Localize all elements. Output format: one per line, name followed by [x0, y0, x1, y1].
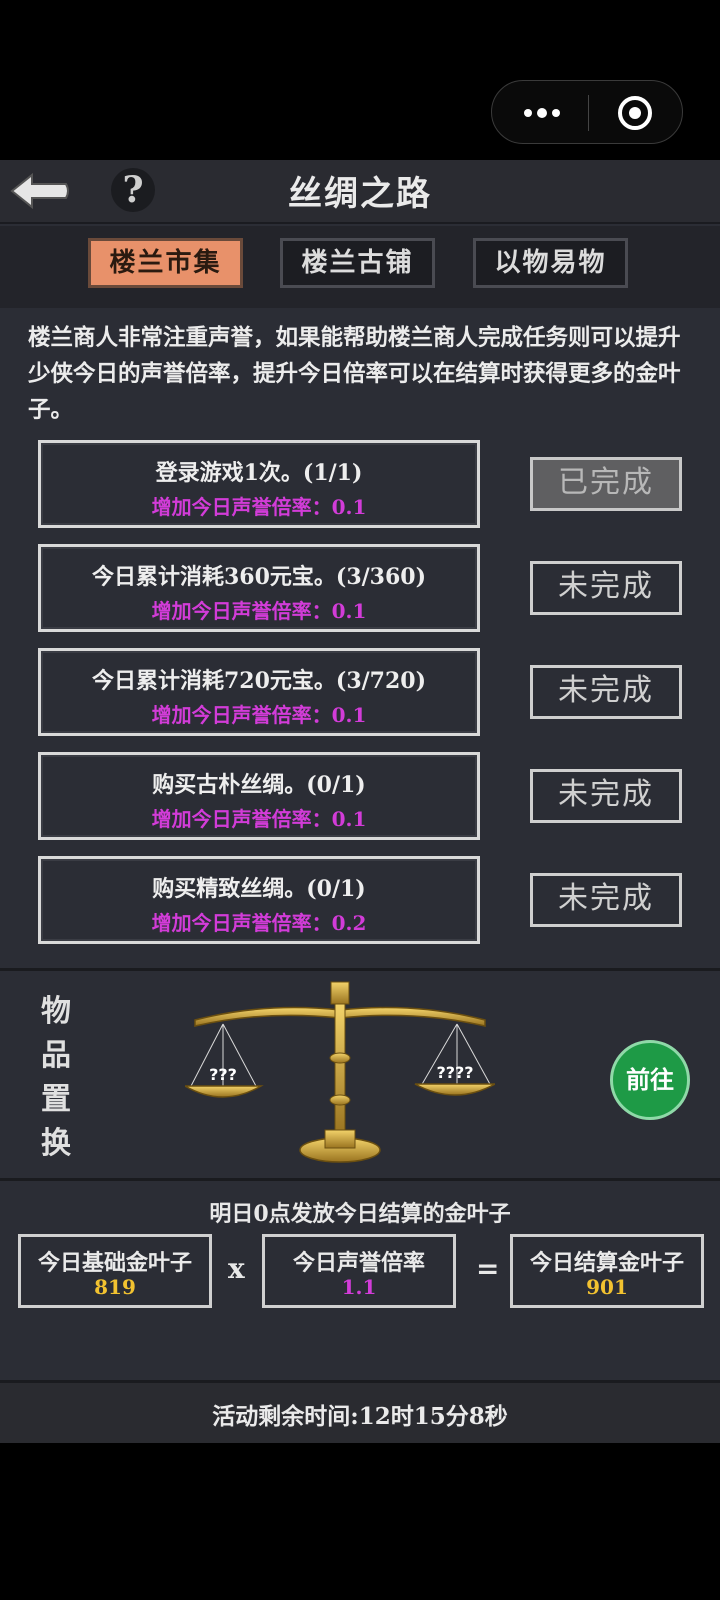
- task-status-button[interactable]: 已完成: [530, 457, 682, 511]
- settled-gold-leaf-label: 今日结算金叶子: [529, 1250, 684, 1276]
- left-pan-label: ???: [209, 1065, 237, 1084]
- multiply-sign: x: [228, 1252, 245, 1285]
- tab-barter[interactable]: 以物易物: [473, 238, 628, 288]
- task-name: 今日累计消耗720元宝。(3/720): [91, 668, 426, 694]
- settled-gold-leaf-value: 901: [586, 1275, 628, 1299]
- miniprogram-capsule: [491, 80, 683, 144]
- page-title: 丝绸之路: [288, 174, 432, 214]
- task-item: 购买古朴丝绸。(0/1) 增加今日声誉倍率：0.1: [38, 752, 480, 840]
- balance-scale-icon: ??? ????: [185, 981, 495, 1163]
- task-bonus: 增加今日声誉倍率：0.2: [151, 911, 367, 935]
- tab-bar: 楼兰市集 楼兰古铺 以物易物: [0, 226, 720, 308]
- task-status-button[interactable]: 未完成: [530, 665, 682, 719]
- task-item: 今日累计消耗360元宝。(3/360) 增加今日声誉倍率：0.1: [38, 544, 480, 632]
- event-description: 楼兰商人非常注重声誉，如果能帮助楼兰商人完成任务则可以提升少侠今日的声誉倍率，提…: [28, 325, 681, 423]
- reputation-rate-label: 今日声誉倍率: [292, 1250, 425, 1276]
- header: ? 丝绸之路: [0, 160, 720, 224]
- task-item: 今日累计消耗720元宝。(3/720) 增加今日声誉倍率：0.1: [38, 648, 480, 736]
- task-bonus: 增加今日声誉倍率：0.1: [151, 703, 367, 727]
- task-status-button[interactable]: 未完成: [530, 769, 682, 823]
- capsule-divider: [588, 95, 589, 131]
- reputation-rate-value: 1.1: [341, 1275, 377, 1299]
- more-icon[interactable]: [522, 99, 562, 127]
- settled-gold-leaf-box: 今日结算金叶子 901: [510, 1234, 704, 1308]
- right-pan-label: ????: [436, 1063, 473, 1082]
- task-item: 购买精致丝绸。(0/1) 增加今日声誉倍率：0.2: [38, 856, 480, 944]
- task-bonus: 增加今日声誉倍率：0.1: [151, 495, 367, 519]
- tab-loulan-market[interactable]: 楼兰市集: [88, 238, 243, 288]
- task-item: 登录游戏1次。(1/1) 增加今日声誉倍率：0.1: [38, 440, 480, 528]
- go-button[interactable]: 前往: [610, 1040, 690, 1120]
- base-gold-leaf-label: 今日基础金叶子: [37, 1250, 192, 1276]
- base-gold-leaf-value: 819: [94, 1275, 136, 1299]
- item-exchange-label: 物品置换: [41, 994, 71, 1161]
- reputation-rate-box: 今日声誉倍率 1.1: [262, 1234, 456, 1308]
- timer-bar: 活动剩余时间:12时15分8秒: [0, 1380, 720, 1443]
- task-status-button[interactable]: 未完成: [530, 561, 682, 615]
- equals-sign: =: [476, 1252, 500, 1285]
- settlement-note: 明日0点发放今日结算的金叶子: [209, 1201, 511, 1227]
- section-divider: [0, 968, 720, 971]
- task-name: 购买精致丝绸。(0/1): [152, 876, 366, 902]
- close-miniprogram-icon[interactable]: [617, 95, 653, 131]
- task-name: 今日累计消耗360元宝。(3/360): [91, 564, 426, 590]
- section-divider: [0, 1178, 720, 1181]
- task-bonus: 增加今日声誉倍率：0.1: [151, 807, 367, 831]
- base-gold-leaf-box: 今日基础金叶子 819: [18, 1234, 212, 1308]
- event-remaining-time: 活动剩余时间:12时15分8秒: [212, 1403, 508, 1430]
- task-bonus: 增加今日声誉倍率：0.1: [151, 599, 367, 623]
- tab-loulan-old-shop[interactable]: 楼兰古铺: [280, 238, 435, 288]
- task-name: 购买古朴丝绸。(0/1): [152, 772, 366, 798]
- task-name: 登录游戏1次。(1/1): [155, 460, 363, 486]
- task-status-button[interactable]: 未完成: [530, 873, 682, 927]
